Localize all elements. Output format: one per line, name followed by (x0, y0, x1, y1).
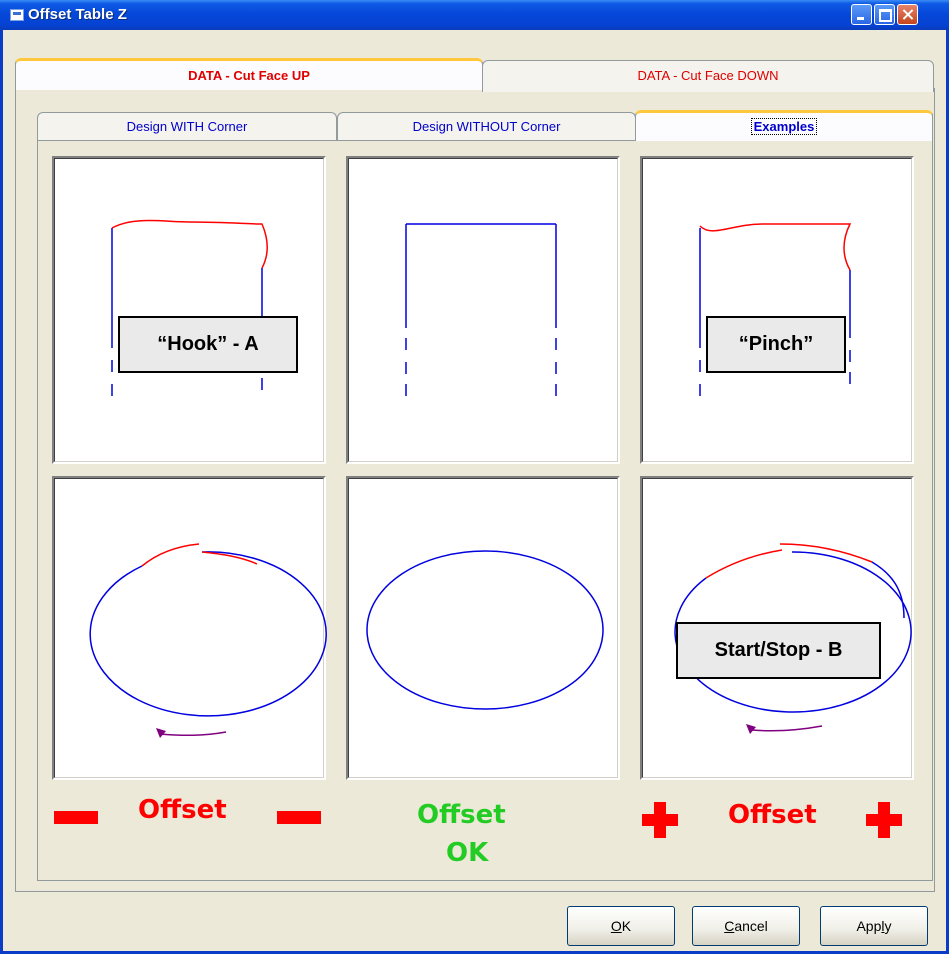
plus-icon-left (642, 802, 678, 838)
minimize-button[interactable] (851, 4, 872, 25)
startstop-label: Start/Stop - B (676, 622, 881, 679)
square-rect-drawing (405, 223, 557, 396)
close-button[interactable] (897, 4, 918, 25)
tab-cut-face-up[interactable]: DATA - Cut Face UP (15, 58, 483, 90)
minus-icon-left (54, 811, 98, 824)
window-icon (10, 9, 24, 21)
hook-label: “Hook” - A (118, 316, 298, 373)
example-pinch-rect (640, 156, 914, 464)
cancel-button-rest: ancel (734, 918, 768, 934)
hook-ellipse-drawing (89, 543, 327, 738)
ellipse-drawing (366, 550, 604, 710)
ok-offset-label-line2: OK (446, 838, 489, 868)
plus-offset-label: Offset (728, 800, 817, 830)
tab-cut-face-down[interactable]: DATA - Cut Face DOWN (482, 60, 934, 92)
cancel-button[interactable]: Cancel (692, 906, 800, 946)
tab-design-with-corner[interactable]: Design WITH Corner (37, 112, 337, 140)
maximize-button[interactable] (874, 4, 895, 25)
hook-rect-drawing (111, 219, 268, 396)
apply-button[interactable]: Apply (820, 906, 928, 946)
apply-button-rest: y (884, 918, 892, 934)
pinch-rect-drawing (699, 223, 852, 396)
example-hook-rect (52, 156, 326, 464)
example-square-rect (346, 156, 620, 464)
ok-button-accel: O (610, 918, 622, 934)
title-bar[interactable]: Offset Table Z (0, 0, 949, 30)
pinch-label: “Pinch” (706, 316, 846, 373)
minus-offset-label: Offset (138, 795, 227, 825)
ok-button[interactable]: OK (567, 906, 675, 946)
tab-design-without-corner[interactable]: Design WITHOUT Corner (337, 112, 636, 140)
window-title: Offset Table Z (28, 6, 127, 23)
tab-examples[interactable]: Examples (635, 110, 933, 141)
tab-examples-label: Examples (750, 118, 818, 135)
example-ellipse (346, 476, 620, 780)
minus-icon-right (277, 811, 321, 824)
ok-offset-label: Offset (417, 800, 506, 830)
ok-button-rest: K (621, 918, 632, 934)
plus-icon-right (866, 802, 902, 838)
cancel-button-accel: C (724, 918, 735, 934)
example-hook-ellipse (52, 476, 327, 780)
apply-button-prefix: App (856, 918, 882, 934)
